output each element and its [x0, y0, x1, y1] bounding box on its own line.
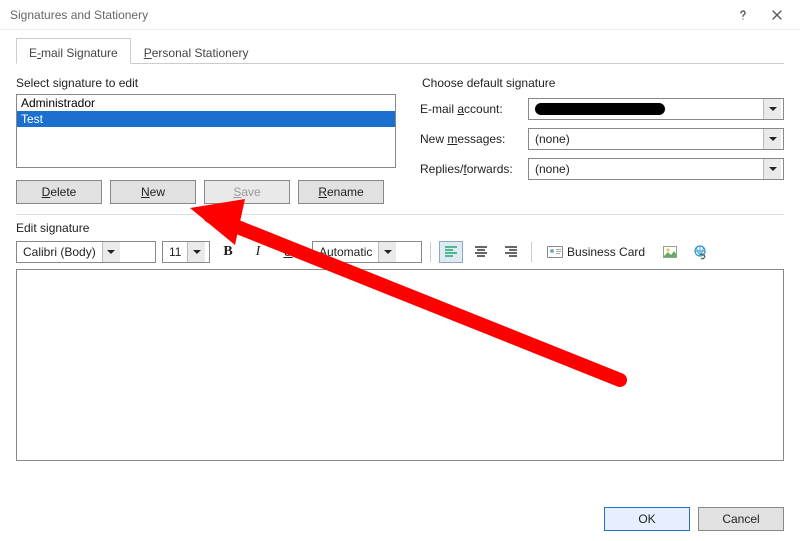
select-value: (none): [535, 132, 570, 146]
italic-button[interactable]: I: [246, 241, 270, 263]
globe-link-icon: [692, 244, 708, 260]
align-left-icon: [443, 244, 459, 260]
title-bar: Signatures and Stationery: [0, 0, 800, 30]
font-size-select[interactable]: 11: [162, 241, 210, 263]
tab-personal-stationery[interactable]: Personal Stationery: [131, 38, 262, 64]
cancel-button[interactable]: Cancel: [698, 507, 784, 531]
tab-label-part: E: [29, 46, 37, 60]
editor-toolbar: Calibri (Body) 11 B I U Automatic: [16, 239, 784, 265]
window-controls: [726, 1, 794, 29]
insert-picture-button[interactable]: [658, 241, 682, 263]
underline-icon: U: [283, 244, 292, 260]
new-messages-label: New messages:: [420, 132, 528, 146]
chevron-down-icon[interactable]: [378, 242, 396, 262]
select-value: Automatic: [313, 245, 378, 259]
rename-button[interactable]: Rename: [298, 180, 384, 204]
business-card-label: Business Card: [567, 245, 645, 259]
save-button: Save: [204, 180, 290, 204]
select-value: (none): [535, 162, 570, 176]
business-card-button[interactable]: Business Card: [540, 241, 652, 263]
align-center-button[interactable]: [469, 241, 493, 263]
chevron-down-icon[interactable]: [763, 159, 781, 179]
tab-label-part: P: [144, 46, 152, 60]
align-center-icon: [473, 244, 489, 260]
list-item[interactable]: Test: [17, 111, 395, 127]
edit-signature-label: Edit signature: [16, 221, 784, 235]
align-right-button[interactable]: [499, 241, 523, 263]
align-left-button[interactable]: [439, 241, 463, 263]
chevron-down-icon[interactable]: [102, 242, 120, 262]
select-value: Calibri (Body): [17, 245, 102, 259]
chevron-down-icon[interactable]: [187, 242, 205, 262]
tab-label-part: ersonal Stationery: [152, 46, 249, 60]
tab-email-signature[interactable]: E-mail Signature: [16, 38, 131, 64]
email-account-label: E-mail account:: [420, 102, 528, 116]
redacted-value: [535, 103, 665, 115]
ok-button[interactable]: OK: [604, 507, 690, 531]
window-title: Signatures and Stationery: [10, 8, 148, 22]
tab-label-part: mail Signature: [41, 46, 118, 60]
signature-editor[interactable]: [16, 269, 784, 461]
chevron-down-icon[interactable]: [763, 129, 781, 149]
bold-button[interactable]: B: [216, 241, 240, 263]
insert-hyperlink-button[interactable]: [688, 241, 712, 263]
business-card-icon: [547, 246, 563, 258]
email-account-select[interactable]: [528, 98, 784, 120]
new-messages-select[interactable]: (none): [528, 128, 784, 150]
align-right-icon: [503, 244, 519, 260]
select-value: 11: [163, 245, 187, 259]
new-button[interactable]: New: [110, 180, 196, 204]
bold-icon: B: [223, 244, 232, 260]
select-signature-label: Select signature to edit: [16, 76, 396, 90]
signature-list[interactable]: Administrador Test: [16, 94, 396, 168]
italic-icon: I: [256, 244, 261, 260]
chevron-down-icon[interactable]: [763, 99, 781, 119]
picture-icon: [662, 244, 678, 260]
tab-strip: E-mail Signature Personal Stationery: [16, 38, 784, 64]
dialog-footer: OK Cancel: [604, 507, 784, 531]
replies-forwards-select[interactable]: (none): [528, 158, 784, 180]
replies-forwards-label: Replies/forwards:: [420, 162, 528, 176]
help-button[interactable]: [726, 1, 760, 29]
font-color-select[interactable]: Automatic: [312, 241, 422, 263]
choose-default-title: Choose default signature: [422, 76, 784, 90]
font-family-select[interactable]: Calibri (Body): [16, 241, 156, 263]
underline-button[interactable]: U: [276, 241, 300, 263]
list-item[interactable]: Administrador: [17, 95, 395, 111]
close-button[interactable]: [760, 1, 794, 29]
delete-button[interactable]: Delete: [16, 180, 102, 204]
